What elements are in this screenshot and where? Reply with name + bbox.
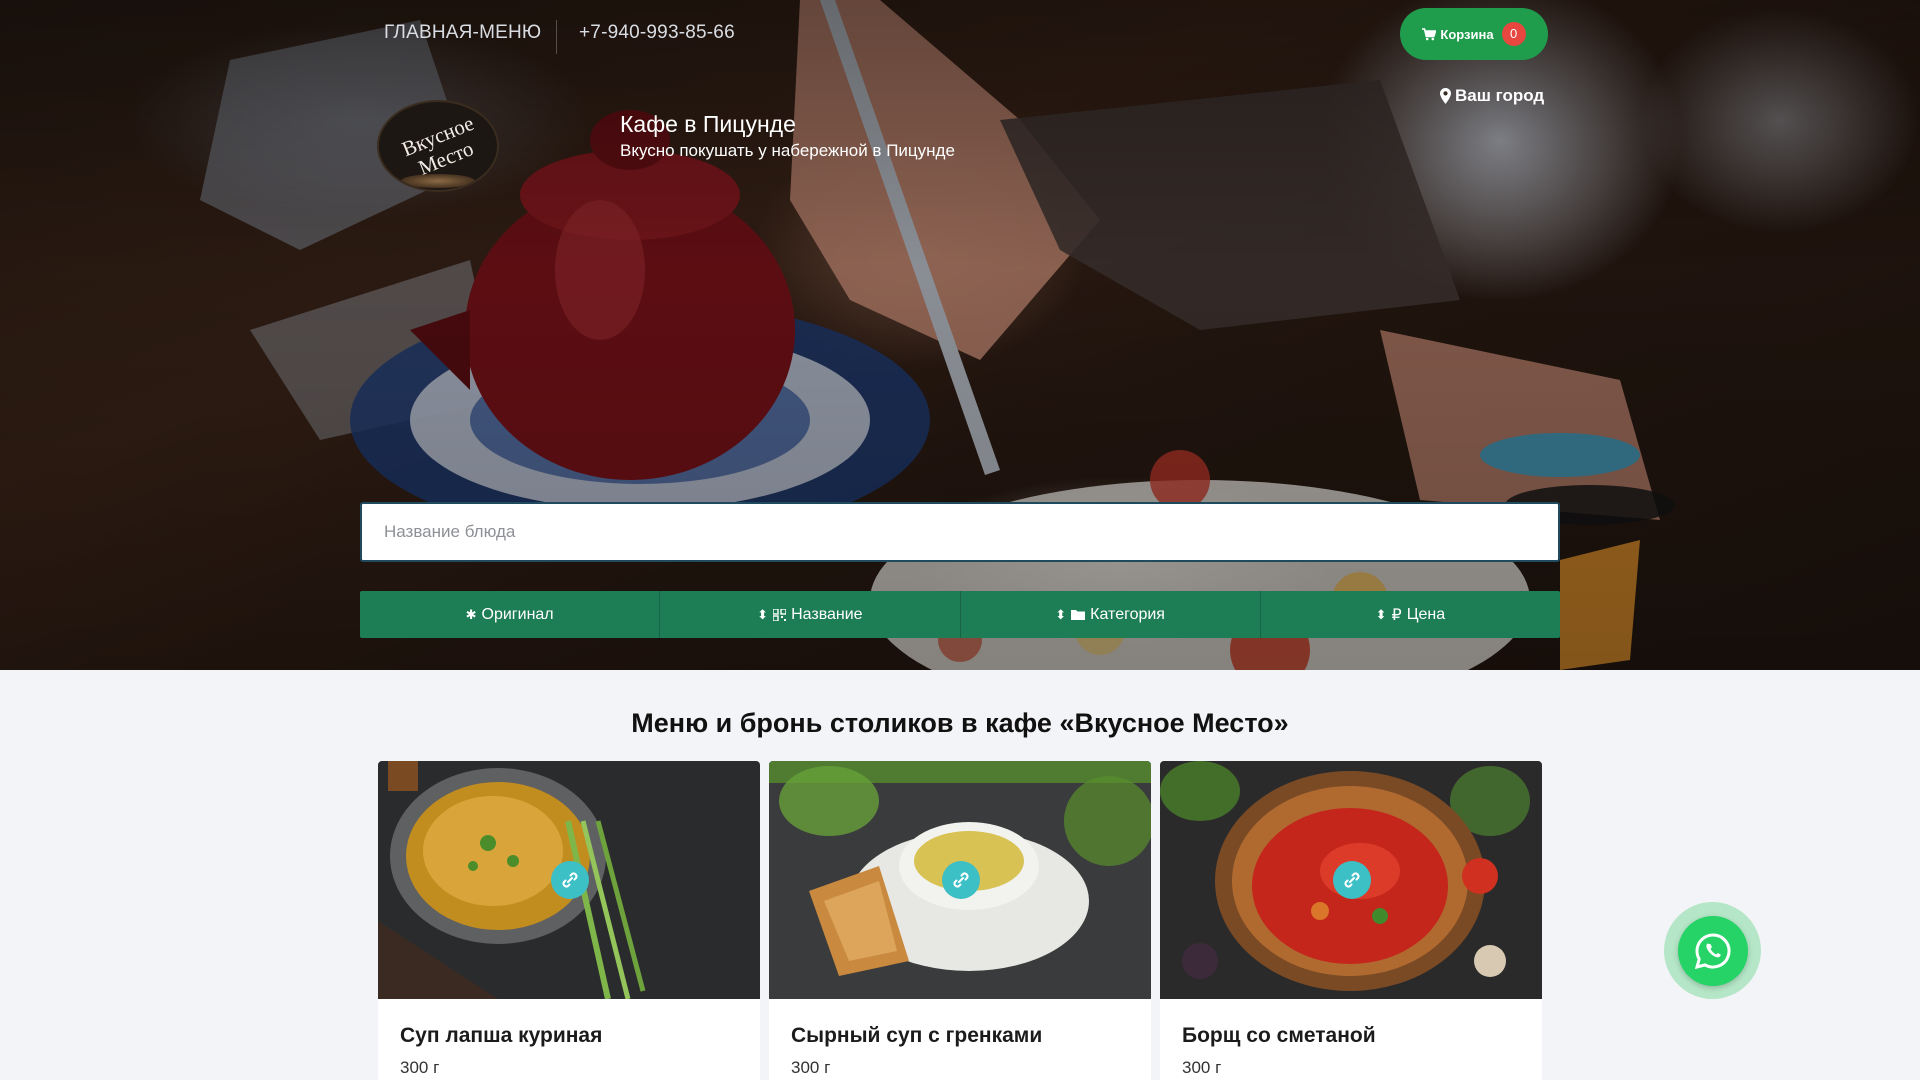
logo-decoration bbox=[401, 174, 475, 188]
link-icon[interactable] bbox=[1333, 861, 1371, 899]
sort-original-button[interactable]: ✱ Оригинал bbox=[360, 591, 661, 638]
sort-arrows-icon: ⬍ bbox=[757, 606, 769, 622]
sort-arrows-icon: ⬍ bbox=[1375, 606, 1387, 622]
brand-subtitle: Вкусно покушать у набережной в Пицунде bbox=[620, 141, 955, 160]
sort-bar: ✱ Оригинал ⬍ Название ⬍ Категория ⬍ ₽ Це… bbox=[360, 591, 1560, 638]
folder-icon bbox=[1071, 610, 1086, 620]
nav-phone-link[interactable]: +7-940-993-85-66 bbox=[579, 22, 735, 44]
hero-overlay bbox=[0, 0, 1920, 670]
menu-card[interactable]: Борщ со сметаной 300 г bbox=[1160, 761, 1542, 1080]
site-logo[interactable]: Вкусное Место bbox=[377, 100, 499, 192]
sort-name-label: Название bbox=[791, 605, 863, 623]
ruble-icon: ₽ bbox=[1391, 606, 1402, 624]
sort-price-button[interactable]: ⬍ ₽ Цена bbox=[1261, 591, 1560, 638]
map-marker-icon bbox=[1440, 88, 1451, 104]
sort-name-button[interactable]: ⬍ Название bbox=[660, 591, 961, 638]
asterisk-icon: ✱ bbox=[465, 606, 477, 622]
sort-price-label: Цена bbox=[1406, 605, 1446, 623]
link-icon[interactable] bbox=[942, 861, 980, 899]
sort-category-button[interactable]: ⬍ Категория bbox=[961, 591, 1261, 638]
dish-name[interactable]: Борщ со сметаной bbox=[1182, 1024, 1376, 1048]
menu-card[interactable]: Сырный суп с гренками 300 г bbox=[769, 761, 1151, 1080]
section-title: Меню и бронь столиков в кафе «Вкусное Ме… bbox=[631, 708, 1289, 738]
whatsapp-button[interactable] bbox=[1664, 902, 1761, 999]
whatsapp-icon bbox=[1677, 915, 1748, 986]
brand-title: Кафе в Пицунде bbox=[620, 111, 796, 137]
sort-arrows-icon: ⬍ bbox=[1055, 606, 1067, 622]
cart-icon bbox=[1422, 27, 1437, 40]
cart-button[interactable]: Корзина 0 bbox=[1400, 8, 1548, 60]
dish-name[interactable]: Суп лапша куриная bbox=[400, 1024, 602, 1048]
city-label: Ваш город bbox=[1455, 86, 1545, 105]
city-selector[interactable]: Ваш город bbox=[1440, 86, 1544, 106]
cart-label: Корзина bbox=[1440, 26, 1494, 42]
link-icon[interactable] bbox=[551, 861, 589, 899]
dish-weight: 300 г bbox=[1182, 1058, 1222, 1077]
sort-category-label: Категория bbox=[1090, 605, 1165, 623]
barcode-icon bbox=[773, 608, 787, 621]
dish-search-input[interactable] bbox=[360, 502, 1560, 562]
nav-main-menu-link[interactable]: ГЛАВНАЯ-МЕНЮ bbox=[384, 22, 541, 44]
menu-cards: Суп лапша куриная 300 г Сырный суп с гре… bbox=[378, 761, 1543, 1080]
nav-divider bbox=[556, 20, 557, 54]
menu-card[interactable]: Суп лапша куриная 300 г bbox=[378, 761, 760, 1080]
cart-count-badge: 0 bbox=[1501, 22, 1526, 46]
sort-original-label: Оригинал bbox=[481, 605, 554, 623]
hero-banner: ГЛАВНАЯ-МЕНЮ +7-940-993-85-66 Корзина 0 … bbox=[0, 0, 1920, 670]
dish-weight: 300 г bbox=[400, 1058, 440, 1077]
dish-name[interactable]: Сырный суп с гренками bbox=[791, 1024, 1042, 1048]
dish-weight: 300 г bbox=[791, 1058, 831, 1077]
